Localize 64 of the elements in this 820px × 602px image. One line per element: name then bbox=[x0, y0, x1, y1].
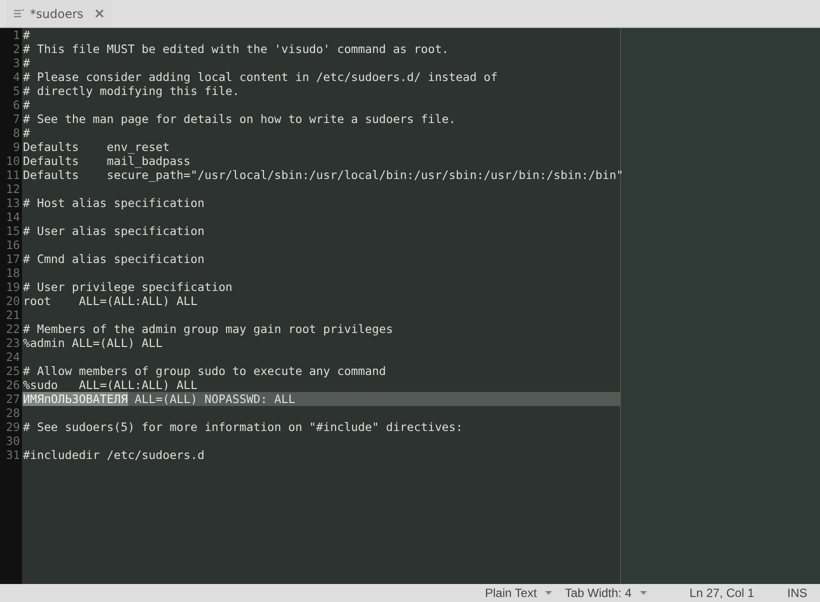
document-icon bbox=[14, 9, 24, 18]
line-number: 21 bbox=[0, 308, 22, 322]
code-line: # User alias specification bbox=[23, 224, 204, 238]
line-number: 28 bbox=[0, 406, 22, 420]
line-number: 16 bbox=[0, 238, 22, 252]
line-number: 2 bbox=[0, 42, 22, 56]
line-number: 19 bbox=[0, 280, 22, 294]
code-line: root ALL=(ALL:ALL) ALL bbox=[23, 294, 198, 308]
language-dropdown[interactable]: Plain Text bbox=[485, 586, 552, 600]
close-icon[interactable] bbox=[95, 9, 104, 18]
caret-icon bbox=[640, 591, 647, 595]
line-number: 12 bbox=[0, 182, 22, 196]
line-number: 26 bbox=[0, 378, 22, 392]
code-line: # bbox=[23, 126, 30, 140]
line-number: 4 bbox=[0, 70, 22, 84]
line-number: 27 bbox=[0, 392, 22, 406]
code-line: # directly modifying this file. bbox=[23, 84, 240, 98]
line-number: 7 bbox=[0, 112, 22, 126]
code-line: # Host alias specification bbox=[23, 196, 204, 210]
code-line: %sudo ALL=(ALL:ALL) ALL bbox=[23, 378, 198, 392]
code-line: # bbox=[23, 28, 30, 42]
line-number: 15 bbox=[0, 224, 22, 238]
code-line: # See the man page for details on how to write a sudoers file. bbox=[23, 112, 456, 126]
line-number: 20 bbox=[0, 294, 22, 308]
line-number: 6 bbox=[0, 98, 22, 112]
code-line: Defaults env_reset bbox=[23, 140, 170, 154]
tab-width-dropdown[interactable]: Tab Width: 4 bbox=[564, 586, 647, 600]
line-number: 1 bbox=[0, 28, 22, 42]
code-line: Defaults mail_badpass bbox=[23, 154, 191, 168]
code-line: # Members of the admin group may gain root privileges bbox=[23, 322, 393, 336]
code-line: # bbox=[23, 56, 30, 70]
insert-mode: INS bbox=[787, 586, 808, 600]
line-number: 24 bbox=[0, 350, 22, 364]
line-number: 29 bbox=[0, 420, 22, 434]
code-line: #includedir /etc/sudoers.d bbox=[23, 448, 204, 462]
line-number: 31 bbox=[0, 448, 22, 462]
line-number: 13 bbox=[0, 196, 22, 210]
line-number: 8 bbox=[0, 126, 22, 140]
line-number: 22 bbox=[0, 322, 22, 336]
code-line: ALL=(ALL) NOPASSWD: ALL bbox=[134, 392, 296, 406]
line-number: 5 bbox=[0, 84, 22, 98]
line-number: 14 bbox=[0, 210, 22, 224]
line-number: 11 bbox=[0, 168, 22, 182]
code-line: # bbox=[23, 98, 30, 112]
code-line: # User privilege specification bbox=[23, 280, 232, 294]
code-line: Defaults secure_path="/usr/local/sbin:/usr/local/bin:/usr/sbin:/usr/bin:/sbin:/bin" bbox=[23, 168, 624, 182]
tab-title: *sudoers bbox=[30, 6, 84, 20]
line-number: 30 bbox=[0, 434, 22, 448]
line-number: 10 bbox=[0, 154, 22, 168]
selected-text: ИМЯпОЛЬЗОВАТЕЛЯ bbox=[23, 392, 128, 406]
line-number: 25 bbox=[0, 364, 22, 378]
code-line: # Please consider adding local content in /etc/sudoers.d/ instead of bbox=[23, 70, 498, 84]
cursor-position: Ln 27, Col 1 bbox=[690, 586, 754, 600]
line-number: 17 bbox=[0, 252, 22, 266]
code-line: # This file MUST be edited with the 'visudo' command as root. bbox=[23, 42, 449, 56]
line-number: 23 bbox=[0, 336, 22, 350]
line-number: 18 bbox=[0, 266, 22, 280]
code-line: %admin ALL=(ALL) ALL bbox=[23, 336, 163, 350]
code-line: # Cmnd alias specification bbox=[23, 252, 204, 266]
code-line: # See sudoers(5) for more information on "#include" directives: bbox=[23, 420, 463, 434]
code-line: # Allow members of group sudo to execute any command bbox=[23, 364, 386, 378]
caret-icon bbox=[544, 591, 552, 595]
line-number: 9 bbox=[0, 140, 22, 154]
line-number: 3 bbox=[0, 56, 22, 70]
